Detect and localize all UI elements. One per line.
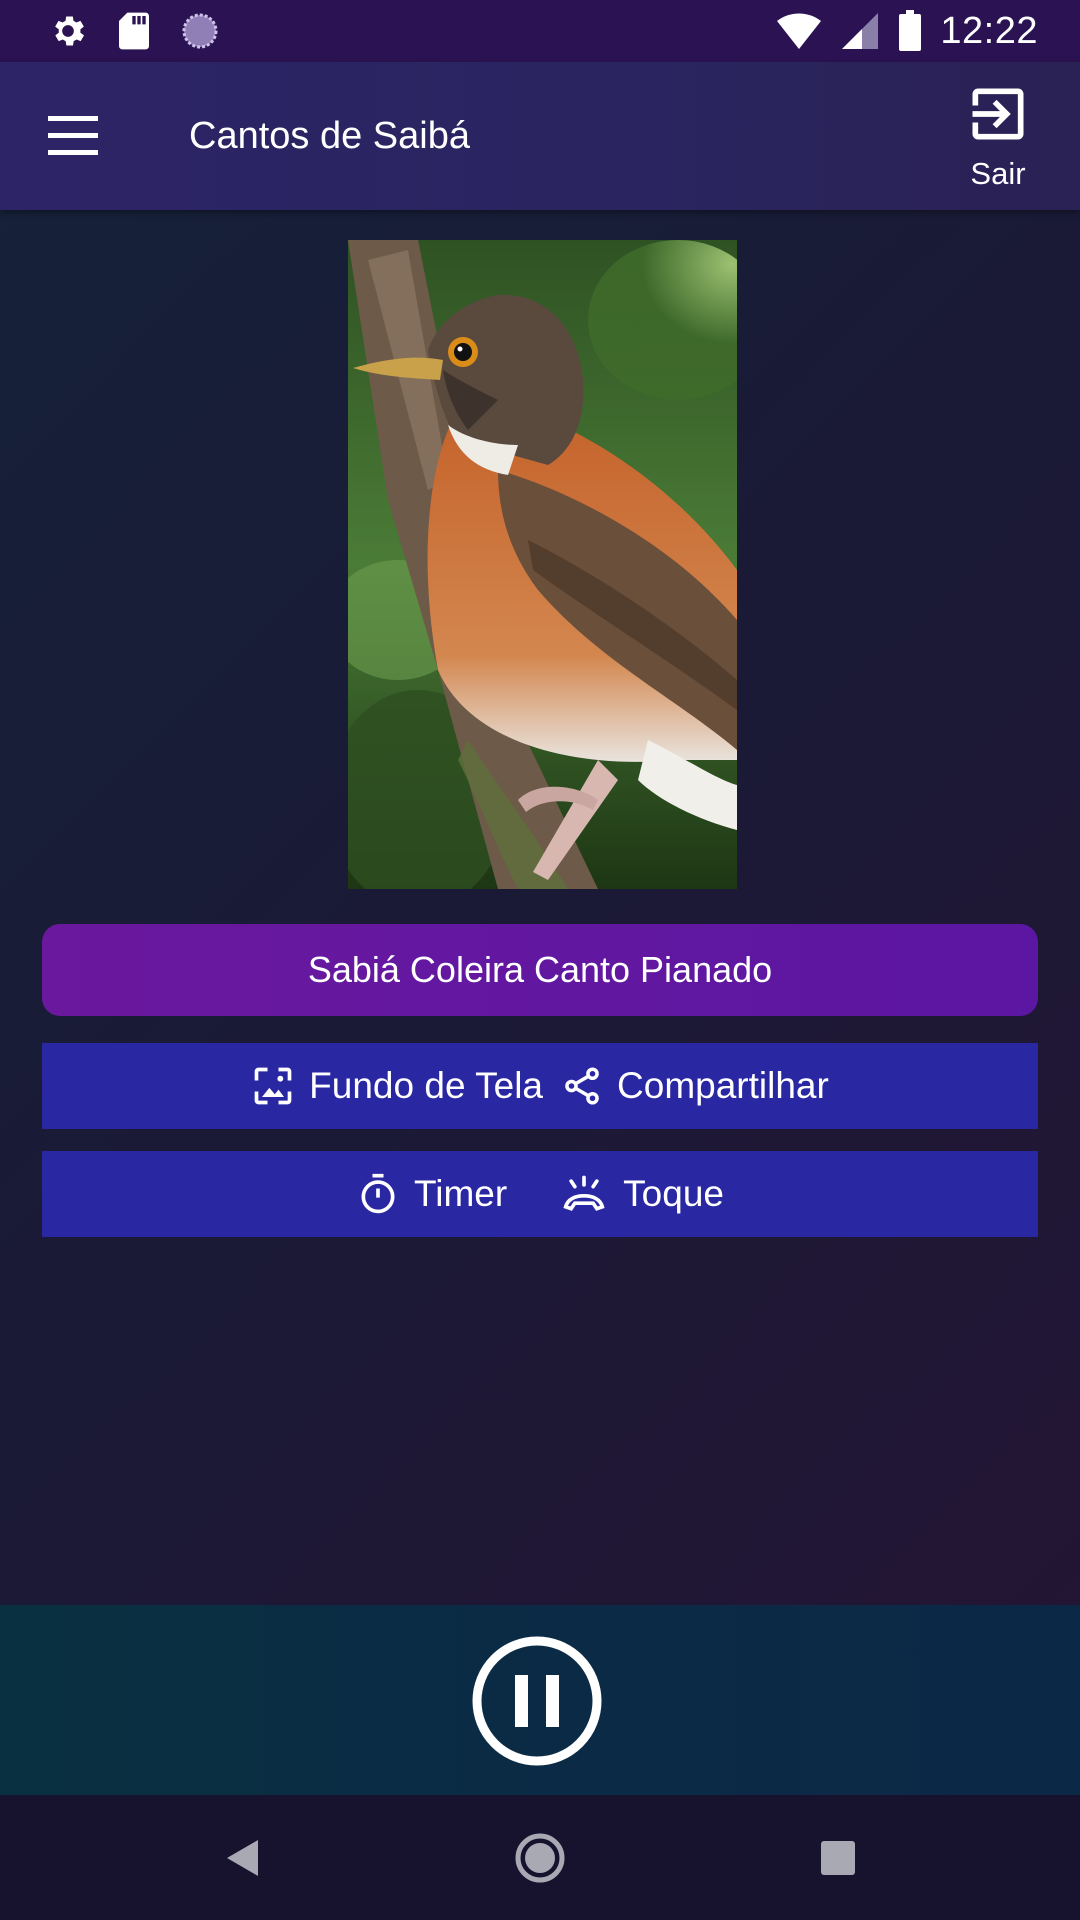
wallpaper-button[interactable]: Fundo de Tela (251, 1064, 543, 1108)
pause-icon (472, 1636, 602, 1766)
hamburger-menu-icon (48, 116, 98, 155)
pause-button[interactable] (471, 1635, 603, 1767)
wallpaper-label: Fundo de Tela (309, 1065, 544, 1106)
wifi-icon (777, 13, 822, 49)
action-row-timer-ringtone: Timer Toque (42, 1151, 1038, 1237)
timer-label: Timer (414, 1173, 508, 1214)
battery-icon (899, 10, 922, 51)
cell-signal-icon (842, 13, 879, 49)
ringtone-icon (563, 1175, 605, 1211)
back-triangle-icon (227, 1840, 258, 1876)
sync-circle-icon (182, 13, 218, 49)
sd-card-icon (119, 12, 149, 50)
bird-photo (348, 240, 737, 889)
action-row-wallpaper-share: Fundo de Tela Compartilhar (42, 1043, 1038, 1129)
exit-button[interactable]: Sair (944, 80, 1052, 200)
timer-icon (361, 1173, 395, 1214)
nav-home-button[interactable] (513, 1831, 567, 1885)
share-icon (565, 1067, 599, 1105)
ringtone-button[interactable]: Toque (559, 1172, 724, 1216)
player-bar (0, 1605, 1080, 1795)
app-bar: Cantos de Saibá Sair (0, 62, 1080, 210)
exit-box-icon (972, 88, 1024, 140)
status-time: 12:22 (940, 9, 1038, 52)
status-bar: 12:22 (0, 0, 1080, 62)
home-circle-icon (515, 1833, 565, 1883)
gear-icon (55, 16, 84, 46)
share-label: Compartilhar (617, 1065, 829, 1106)
ringtone-label: Toque (623, 1173, 724, 1214)
status-right-icons: 12:22 (776, 10, 1038, 53)
status-left-icons (48, 11, 220, 51)
menu-button[interactable] (38, 108, 110, 164)
page-title: Cantos de Saibá (189, 115, 470, 157)
nav-back-button[interactable] (218, 1833, 268, 1883)
timer-button[interactable]: Timer (356, 1172, 507, 1216)
system-nav-bar (0, 1795, 1080, 1920)
bird-illustration (348, 240, 737, 889)
exit-label: Sair (970, 156, 1026, 191)
recents-square-icon (821, 1841, 855, 1875)
song-title-button[interactable]: Sabiá Coleira Canto Pianado (42, 924, 1038, 1016)
nav-recents-button[interactable] (813, 1833, 863, 1883)
song-title: Sabiá Coleira Canto Pianado (307, 949, 773, 990)
wallpaper-icon (254, 1067, 292, 1105)
share-button[interactable]: Compartilhar (561, 1065, 829, 1107)
